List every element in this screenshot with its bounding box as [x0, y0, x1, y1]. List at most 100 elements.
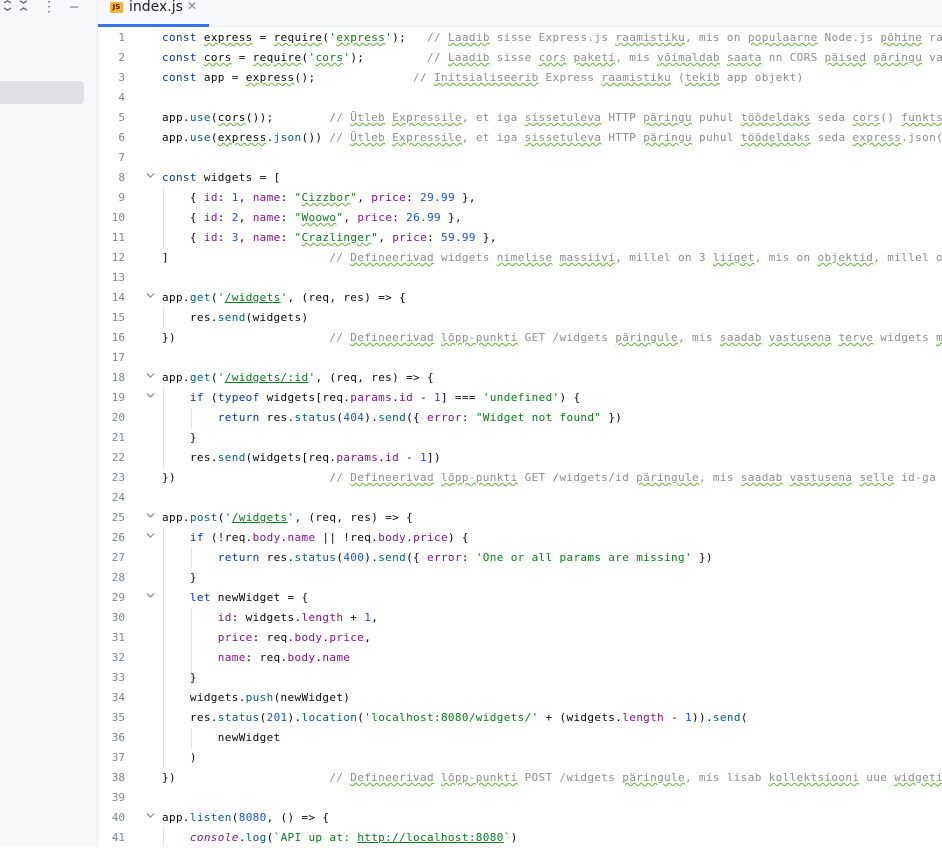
minimize-icon[interactable]: — [67, 0, 81, 15]
code-line[interactable]: app.post('/widgets', (req, res) => { [162, 508, 413, 528]
code-token: get [189, 371, 211, 384]
more-icon[interactable]: ⋮ [42, 0, 56, 15]
code-line[interactable]: } [162, 428, 197, 448]
code-line[interactable]: } [162, 568, 197, 588]
code-token: , [364, 631, 372, 644]
code-line[interactable]: const express = require('express'); // L… [162, 28, 942, 48]
code-line[interactable]: widgets.push(newWidget) [162, 688, 350, 708]
code-token: , (req, res) => { [294, 511, 414, 524]
code-line[interactable]: id: widgets.length + 1, [162, 608, 378, 628]
code-token: - [399, 451, 421, 464]
fold-chevron-icon[interactable] [146, 528, 156, 548]
code-line[interactable]: }) // Defineerivad lõpp-punkti POST /wid… [162, 768, 942, 788]
code-line[interactable]: return res.status(400).send({ error: 'On… [162, 548, 713, 568]
code-token: body [378, 531, 407, 544]
code-token: push [245, 691, 274, 704]
code-line[interactable]: }) // Defineerivad lõpp-punkti GET /widg… [162, 468, 942, 488]
code-line[interactable]: if (!req.body.name || !req.body.price) { [162, 528, 469, 548]
code-token: 'One or all params are missing' [475, 551, 692, 564]
code-token: || !req. [315, 531, 379, 544]
fold-chevron-icon[interactable] [146, 288, 156, 308]
code-line[interactable]: if (typeof widgets[req.params.id - 1] ==… [162, 388, 580, 408]
line-number: 3 [118, 71, 125, 84]
code-token: // Ütleb Expressile, et iga sissetuleva … [329, 111, 942, 124]
code-token: app. [162, 111, 190, 124]
code-token: use [189, 131, 211, 144]
code-token: // Defineerivad lõpp-punkti GET /widgets… [329, 331, 942, 344]
code-line[interactable]: const widgets = [ [162, 168, 281, 188]
tab-index-js[interactable]: JS index.js ✕ [98, 0, 209, 27]
code-token: params [336, 451, 379, 464]
code-line[interactable]: app.use(express.json()) // Ütleb Express… [162, 128, 942, 148]
line-number: 4 [118, 91, 125, 104]
code-line[interactable]: ) [162, 748, 197, 768]
fold-chevron-icon[interactable] [146, 508, 156, 528]
code-token: http://localhost:8080 [357, 831, 504, 844]
code-token: . [238, 831, 246, 844]
fold-chevron-icon[interactable] [146, 588, 156, 608]
code-line[interactable]: newWidget [162, 728, 281, 748]
code-line[interactable]: app.listen(8080, () => { [162, 808, 329, 828]
code-token: 1 [231, 191, 239, 204]
code-token: newWidget [162, 731, 281, 744]
code-token: 1 [420, 451, 428, 464]
code-line[interactable]: } [162, 668, 197, 688]
code-token: widgets = [ [203, 171, 281, 184]
code-line[interactable]: let newWidget = { [162, 588, 308, 608]
code-token: get [189, 291, 211, 304]
fold-chevron-icon[interactable] [146, 808, 156, 828]
fold-chevron-icon[interactable] [146, 388, 156, 408]
code-line[interactable]: return res.status(404).send({ error: "Wi… [162, 408, 622, 428]
expand-icon[interactable] [0, 0, 14, 15]
code-line[interactable]: res.send(widgets[req.params.id - 1]) [162, 448, 441, 468]
code-token: + [343, 611, 365, 624]
line-number: 7 [118, 151, 125, 164]
line-number: 11 [111, 231, 125, 244]
code-line[interactable]: }) // Defineerivad lõpp-punkti GET /widg… [162, 328, 942, 348]
selected-tree-item[interactable] [0, 81, 84, 104]
line-number: 18 [111, 371, 125, 384]
code-line[interactable]: const cors = require('cors'); // Laadib … [162, 48, 942, 68]
code-token: } [162, 671, 197, 684]
code-token: }, [475, 231, 497, 244]
fold-chevron-icon[interactable] [146, 368, 156, 388]
code-line[interactable]: name: req.body.name [162, 648, 350, 668]
code-token: ). [364, 411, 379, 424]
code-token: price [371, 191, 407, 204]
code-token: id [385, 451, 400, 464]
code-line[interactable]: res.send(widgets) [162, 308, 308, 328]
code-token: (); [294, 71, 414, 84]
code-token: , [378, 231, 393, 244]
code-token: name [322, 651, 351, 664]
code-token: 59.99 [441, 231, 476, 244]
code-line[interactable]: const app = express(); // Initsialiseeri… [162, 68, 804, 88]
code-line[interactable]: app.get('/widgets/:id', (req, res) => { [162, 368, 434, 388]
code-editor[interactable]: const express = require ('express'); // L… [162, 28, 942, 846]
line-number: 28 [111, 571, 125, 584]
code-token: (widgets[req. [245, 451, 337, 464]
code-token: require [252, 51, 302, 64]
code-line[interactable]: { id: 1, name: "Cizzbor", price: 29.99 }… [162, 188, 476, 208]
line-number: 8 [118, 171, 125, 184]
code-line[interactable]: price: req.body.price, [162, 628, 371, 648]
line-number: 40 [111, 811, 125, 824]
code-token: // Defineerivad lõpp-punkti GET /widgets… [329, 471, 942, 484]
close-icon[interactable]: ✕ [187, 0, 197, 13]
code-token: : [217, 191, 232, 204]
code-line[interactable]: { id: 3, name: "Crazlinger", price: 59.9… [162, 228, 497, 248]
code-line[interactable]: app.get('/widgets', (req, res) => { [162, 288, 406, 308]
code-token: , [238, 191, 253, 204]
code-token: 'express' [329, 31, 393, 44]
code-token: app. [162, 131, 190, 144]
line-number: 15 [111, 311, 125, 324]
code-token: ( [210, 371, 218, 384]
collapse-icon[interactable] [16, 0, 30, 15]
code-line[interactable]: ] // Defineerivad widgets nimelise massi… [162, 248, 942, 268]
code-line[interactable]: { id: 2, name: "Woowo", price: 26.99 }, [162, 208, 462, 228]
code-line[interactable]: console.log(`API up at: http://localhost… [162, 828, 518, 846]
fold-chevron-icon[interactable] [146, 168, 156, 188]
code-line[interactable]: res.status(201).location('localhost:8080… [162, 708, 748, 728]
code-line[interactable]: app.use(cors()); // Ütleb Expressile, et… [162, 108, 942, 128]
